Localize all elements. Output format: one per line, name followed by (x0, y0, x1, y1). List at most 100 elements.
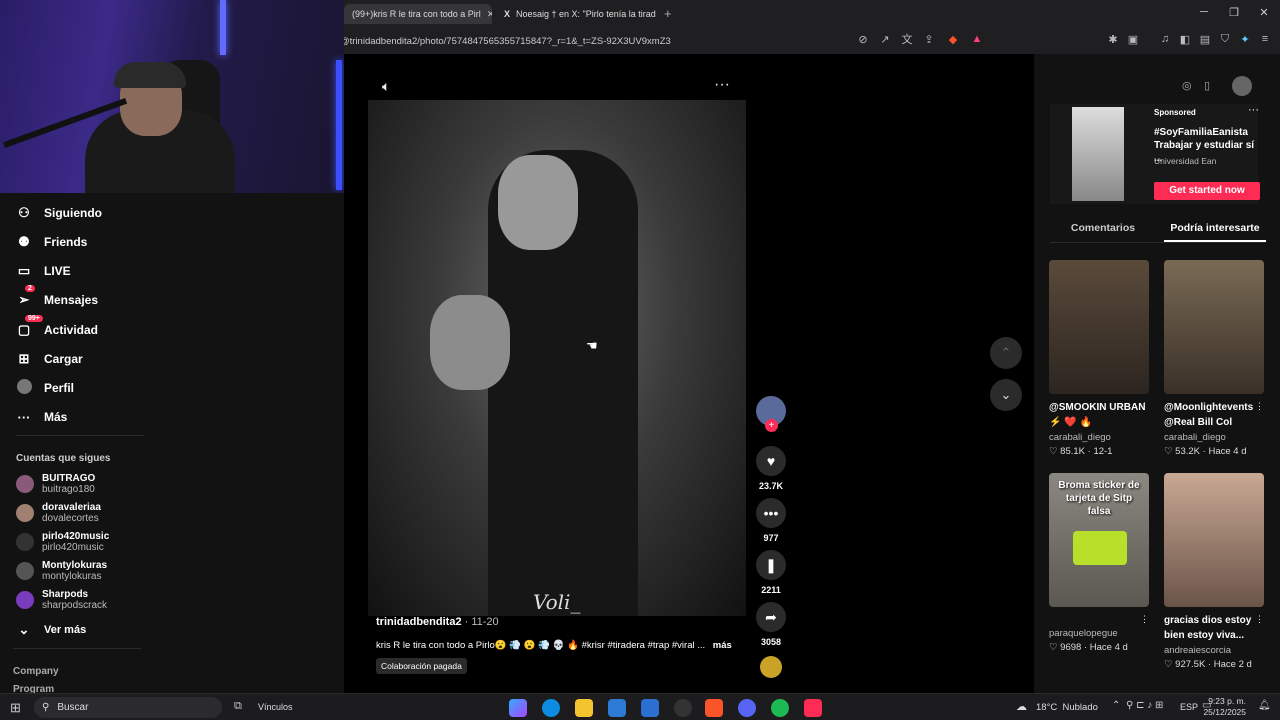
sidebar-item-siguiendo[interactable]: ⚇ Siguiendo (16, 201, 216, 225)
sidebar-item-mas[interactable]: ··· Más (16, 405, 216, 429)
follow-plus-icon[interactable]: + (765, 419, 778, 432)
sidebar-item-perfil[interactable]: Perfil (16, 376, 216, 400)
mail-icon[interactable] (641, 699, 659, 717)
tiktok-icon[interactable] (804, 699, 822, 717)
recommended-card[interactable]: @Moonlightevents @Real Bill Col carabali… (1164, 260, 1264, 457)
post-caption: kris R le tira con todo a Pirlo😮 💨 😮 💨 💀… (376, 640, 706, 651)
sidebar-toggle-icon[interactable]: ◧ (1178, 32, 1192, 46)
menu-icon[interactable]: ≡ (1258, 32, 1272, 46)
weather-text[interactable]: 18°C Nublado (1036, 702, 1098, 713)
minimize-button[interactable]: ─ (1194, 6, 1214, 22)
vpn-icon[interactable]: ⛉ (1218, 32, 1232, 46)
taskbar-links[interactable]: Vínculos (258, 702, 293, 712)
heart-outline-icon: ♡ (1164, 446, 1173, 457)
share-icon[interactable]: ⇪ (922, 32, 936, 46)
post-author[interactable]: trinidadbendita2 (376, 616, 462, 628)
restore-button[interactable]: ❐ (1224, 6, 1244, 22)
ad-more-icon[interactable]: ··· (1248, 104, 1259, 116)
prev-post-button[interactable]: ⌃ (990, 337, 1022, 369)
task-view-icon[interactable]: ⧉ (234, 700, 242, 713)
screenshot-icon[interactable]: ▣ (1126, 32, 1140, 46)
sidebar-item-mensajes[interactable]: ➢ 2 Mensajes (16, 285, 216, 312)
windows-start-icon[interactable]: ⊞ (10, 700, 21, 716)
notifications-icon[interactable]: 🔔︎ (1258, 700, 1271, 711)
recommended-card[interactable]: @SMOOKIN URBAN ⚡ ❤️ 🔥 carabali_diego ♡ 8… (1049, 260, 1149, 457)
tray-icons[interactable]: ⚲ ⊏ ♪ ⊞ (1126, 700, 1163, 711)
open-external-icon[interactable]: ↗ (878, 32, 892, 46)
card-more-icon[interactable]: ⋮ (1140, 401, 1149, 412)
share-arrow-icon: ➦ (756, 602, 786, 632)
tab-active[interactable]: (99+)kris R le tira con todo a Pirl ✕ (344, 4, 492, 24)
ad-cta-button[interactable]: Get started now (1154, 182, 1260, 200)
caption-more-link[interactable]: más (713, 640, 732, 651)
see-more-button[interactable]: ⌄ Ver más (16, 618, 216, 642)
device-icon[interactable]: ▯ (1204, 79, 1210, 92)
file-explorer-icon[interactable] (575, 699, 593, 717)
account-item[interactable]: doravaleriaa dovalecortes (16, 499, 216, 527)
translate-icon[interactable]: 文 (900, 32, 914, 46)
sidebar-item-cargar[interactable]: ⊞ Cargar (16, 347, 216, 371)
avatar (16, 475, 34, 493)
sidebar-item-friends[interactable]: ⚉ Friends (16, 230, 216, 254)
ad-card[interactable]: Sponsored #SoyFamiliaEanista Trabajar y … (1050, 104, 1260, 204)
copilot-icon[interactable] (509, 699, 527, 717)
tab-inactive[interactable]: X Noesaig † en X: "Pirlo tenía la tirad (496, 4, 656, 24)
extensions-icon[interactable]: ✱ (1106, 32, 1120, 46)
sidebar-item-live[interactable]: ▭ LIVE (16, 259, 216, 283)
figure-head (498, 155, 578, 250)
card-more-icon[interactable]: ⋮ (1255, 614, 1264, 625)
card-user: paraquelopegue (1049, 628, 1118, 639)
close-window-button[interactable]: ✕ (1254, 6, 1274, 22)
account-item[interactable]: Sharpods sharpodscrack (16, 586, 216, 614)
recommended-card[interactable]: gracias dios estoy bien estoy viva... an… (1164, 473, 1264, 670)
store-icon[interactable] (608, 699, 626, 717)
heart-icon: ♥ (756, 446, 786, 476)
avatar (16, 562, 34, 580)
discord-icon[interactable] (738, 699, 756, 717)
language-indicator[interactable]: ESP (1180, 702, 1198, 712)
tab-podria-interesarte[interactable]: Podría interesarte (1160, 222, 1270, 234)
new-tab-button[interactable]: + (664, 6, 672, 21)
more-options-icon[interactable]: ··· (714, 76, 730, 94)
account-name: Montylokuras (42, 560, 108, 571)
taskbar-search[interactable]: ⚲ Buscar (34, 697, 222, 718)
edge-icon[interactable] (542, 699, 560, 717)
author-avatar[interactable]: + (756, 396, 786, 432)
account-item[interactable]: BUITRAGO buitrago180 (16, 470, 216, 498)
brave-shield-icon[interactable]: ◆ (946, 32, 960, 46)
brave-icon[interactable] (705, 699, 723, 717)
recommended-card[interactable]: Broma sticker de tarjeta de Sitp falsa p… (1049, 473, 1149, 653)
footer-link-company[interactable]: Company (13, 666, 59, 677)
obs-icon[interactable] (674, 699, 692, 717)
music-icon[interactable]: ♫ (1158, 32, 1172, 46)
account-item[interactable]: pirlo420music pirlo420music (16, 528, 216, 556)
sidebar-item-label: Cargar (44, 352, 83, 366)
share-count: 3058 (760, 637, 782, 647)
sidebar-item-actividad[interactable]: ▢ 99+ Actividad (16, 315, 216, 342)
next-post-button[interactable]: ⌄ (990, 379, 1022, 411)
card-more-icon[interactable]: ⋮ (1140, 614, 1149, 625)
no-camera-icon[interactable]: ⊘ (856, 32, 870, 46)
spotify-icon[interactable] (771, 699, 789, 717)
compass-icon[interactable]: ◎ (1182, 79, 1192, 92)
tab-comentarios[interactable]: Comentarios (1050, 222, 1156, 234)
sound-disc-icon[interactable] (760, 656, 782, 678)
ai-icon[interactable]: ✦ (1238, 32, 1252, 46)
close-icon[interactable]: ✕ (487, 9, 492, 20)
account-item[interactable]: Montylokuras montylokuras (16, 557, 216, 585)
like-button[interactable]: ♥ 23.7K (756, 446, 786, 491)
wallet-icon[interactable]: ▤ (1198, 32, 1212, 46)
card-user: andreaiescorcia (1164, 645, 1232, 656)
volume-icon[interactable]: 🔈︎ (382, 78, 390, 95)
tray-chevron-icon[interactable]: ⌃ (1112, 700, 1120, 711)
clock[interactable]: 9:23 p. m. 25/12/2025 (1198, 696, 1246, 718)
rewards-icon[interactable]: ▲ (970, 32, 984, 46)
avatar[interactable] (1232, 76, 1252, 96)
weather-icon[interactable]: ☁ (1016, 700, 1027, 713)
tab-title: Noesaig † en X: "Pirlo tenía la tirad (516, 9, 656, 19)
save-button[interactable]: ❚ 2211 (756, 550, 786, 595)
share-button[interactable]: ➦ 3058 (756, 602, 786, 647)
post-photo[interactable]: Voli_ (368, 100, 746, 616)
comment-button[interactable]: ••• 977 (756, 498, 786, 543)
card-more-icon[interactable]: ⋮ (1255, 401, 1264, 412)
